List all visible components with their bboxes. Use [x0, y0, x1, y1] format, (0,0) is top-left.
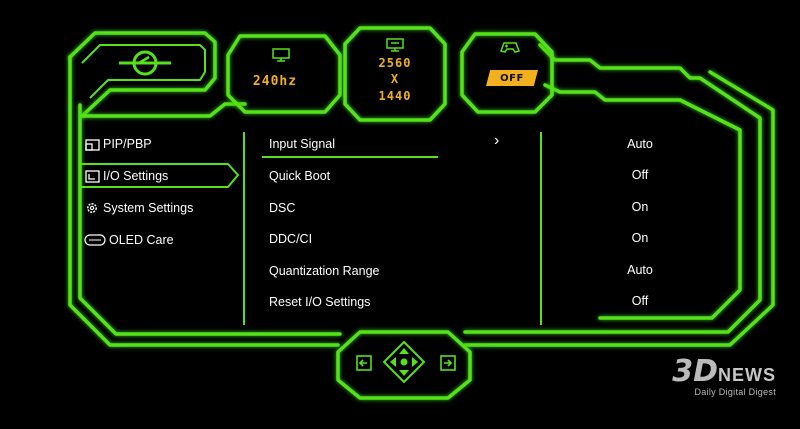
sidebar-item-label: PIP/PBP	[103, 137, 152, 151]
gamepad-icon	[500, 42, 520, 53]
oled-icon	[84, 233, 106, 247]
sidebar-item-label: I/O Settings	[103, 169, 169, 183]
resolution-width: 2560	[378, 56, 412, 70]
menu-row-ddc-ci[interactable]: DDC/CI	[269, 232, 312, 246]
osd-screen: 240hz 2560 X 1440 OFF PIP/PBP I/O Settin…	[0, 0, 800, 429]
pip-icon	[84, 137, 100, 151]
brand-logo-icon	[119, 50, 171, 76]
menu-row-quantization-range[interactable]: Quantization Range	[269, 264, 380, 278]
watermark: 3DNEWS Daily Digital Digest	[672, 357, 776, 398]
sidebar-item-system-settings[interactable]: System Settings	[84, 197, 193, 219]
resolution-height: 1440	[378, 89, 412, 103]
chevron-right-icon: ›	[494, 132, 500, 149]
enter-right-icon[interactable]	[440, 355, 456, 371]
menu-value-quick-boot: Off	[631, 168, 649, 182]
menu-value-input-signal: Auto	[627, 137, 653, 151]
sidebar-item-oled-care[interactable]: OLED Care	[84, 229, 174, 251]
menu-row-quick-boot[interactable]: Quick Boot	[269, 169, 330, 183]
resolution-x: X	[390, 72, 400, 86]
watermark-news: NEWS	[718, 365, 776, 385]
sidebar-item-pip-pbp[interactable]: PIP/PBP	[84, 133, 152, 155]
menu-row-input-signal[interactable]: Input Signal	[269, 137, 335, 151]
sidebar-item-io-settings[interactable]: I/O Settings	[84, 165, 168, 187]
sidebar-item-label: System Settings	[103, 201, 194, 215]
sidebar-item-label: OLED Care	[109, 233, 174, 247]
refresh-rate-value: 240hz	[252, 74, 298, 89]
menu-value-reset-io-settings: Off	[631, 294, 649, 308]
menu-value-ddc-ci: On	[631, 231, 649, 245]
resolution-icon	[386, 38, 404, 52]
exit-left-icon[interactable]	[356, 355, 372, 371]
gear-icon	[84, 201, 100, 215]
menu-row-dsc[interactable]: DSC	[269, 201, 295, 215]
monitor-icon	[272, 48, 290, 62]
watermark-logo: 3D	[672, 354, 718, 389]
menu-value-dsc: On	[631, 200, 649, 214]
io-icon	[84, 169, 100, 183]
menu-row-reset-io-settings[interactable]: Reset I/O Settings	[269, 295, 370, 309]
navigation-dpad-icon[interactable]	[382, 340, 426, 384]
menu-value-quantization-range: Auto	[627, 263, 653, 277]
game-mode-badge[interactable]: OFF	[486, 70, 538, 86]
